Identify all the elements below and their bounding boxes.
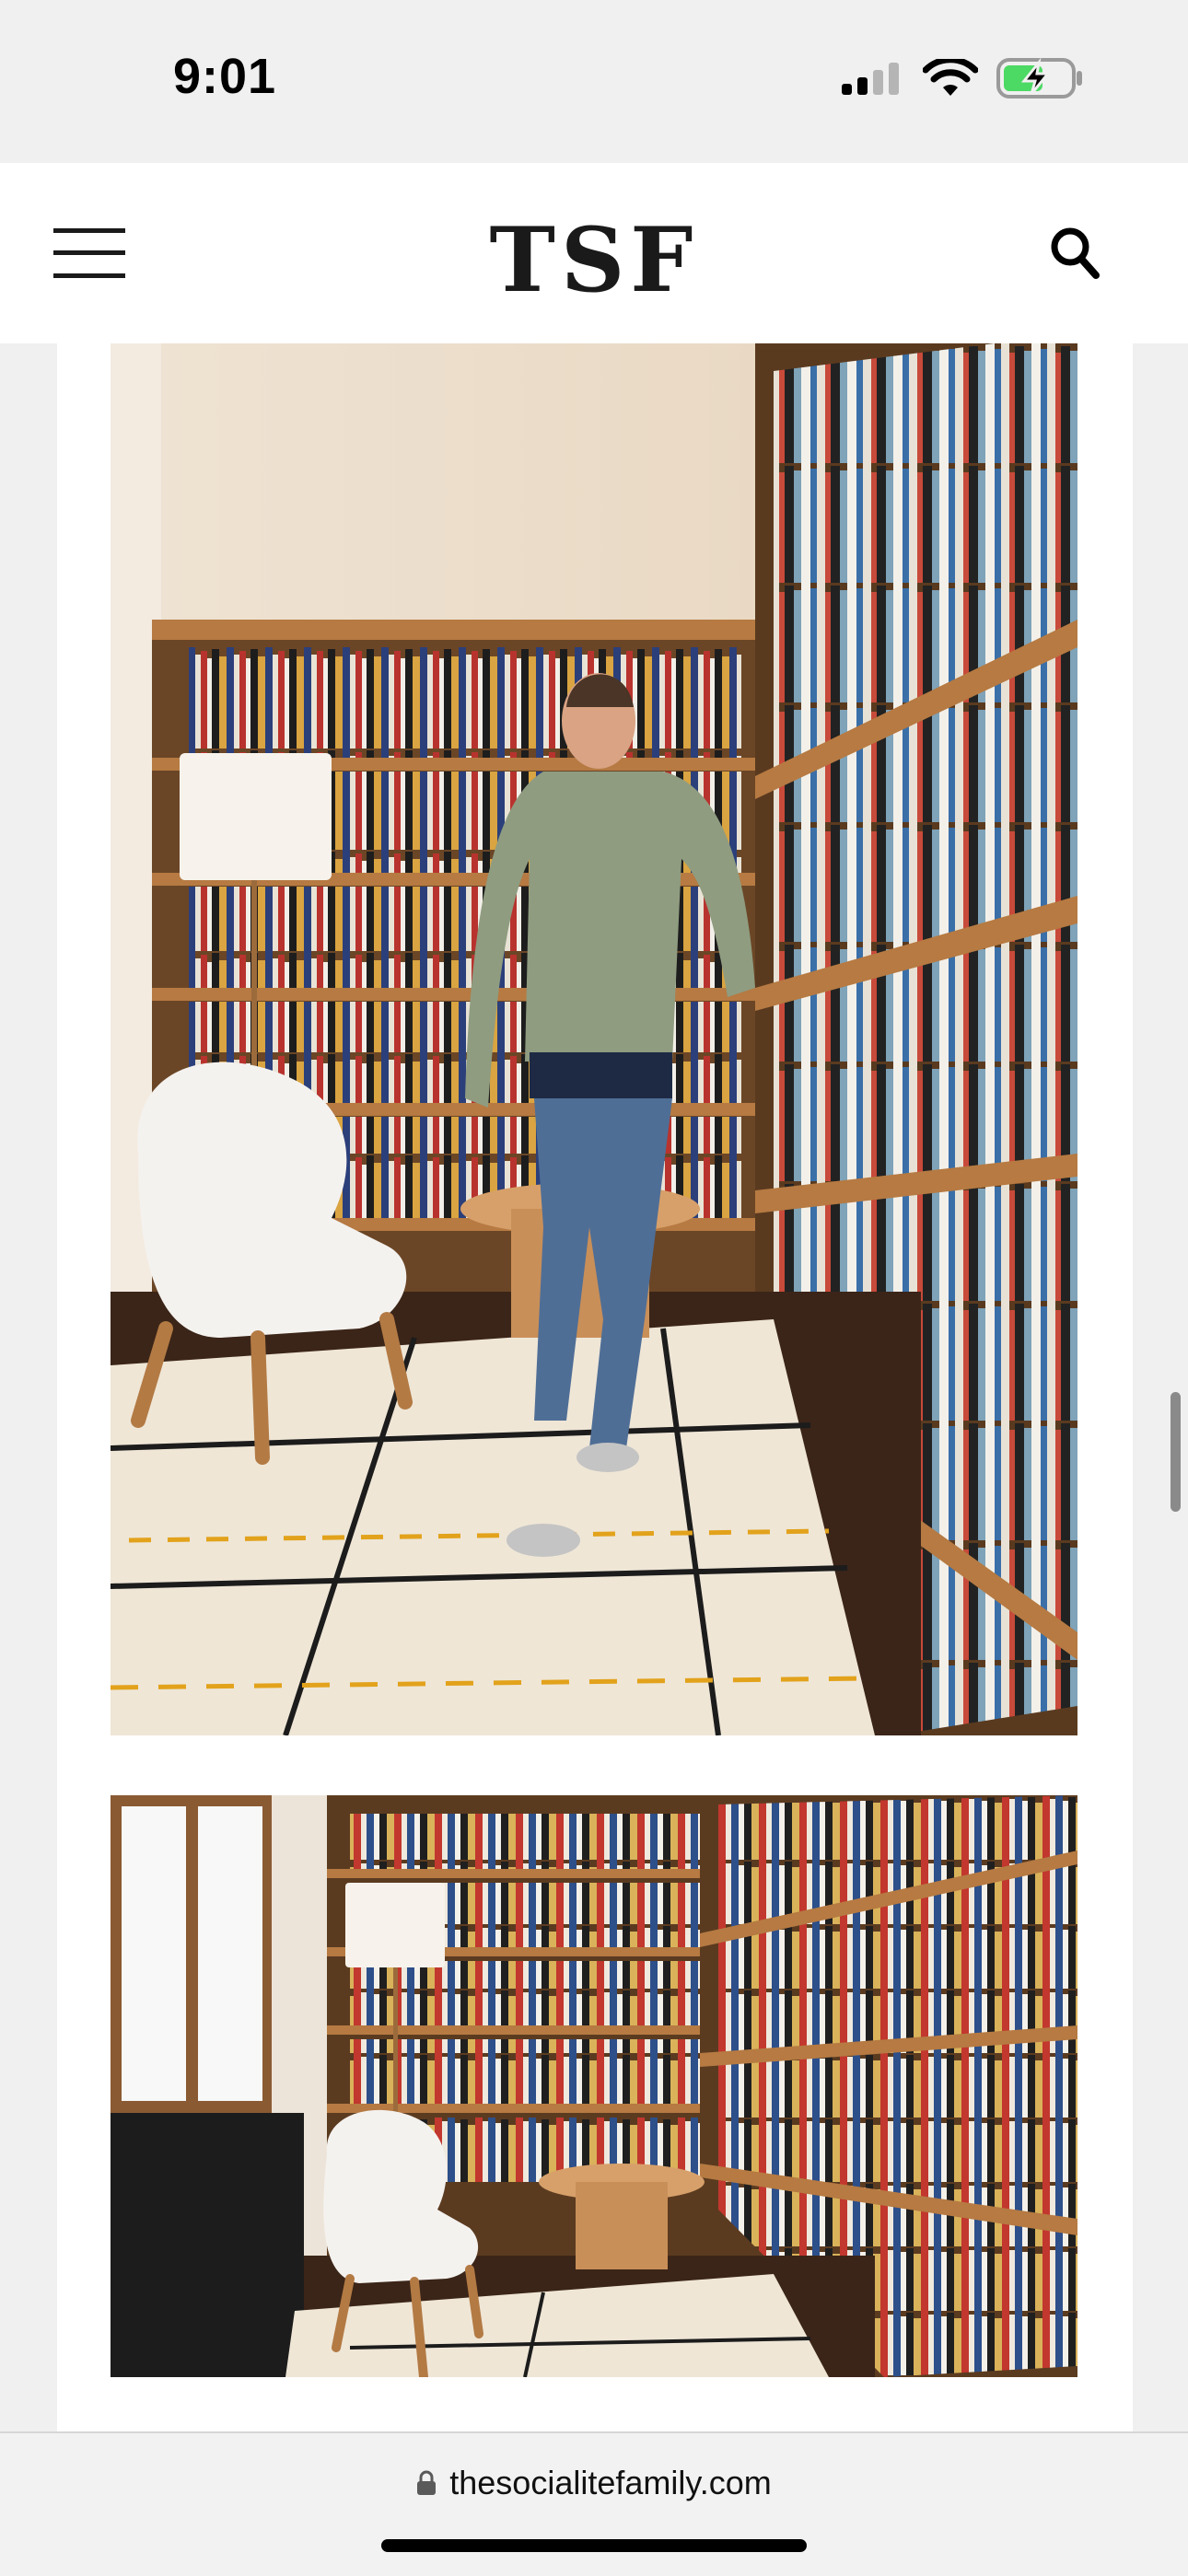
site-logo[interactable]: TSF — [0, 208, 1188, 312]
lock-icon — [417, 2470, 437, 2495]
library-portrait-photo — [111, 343, 1077, 1735]
url-row[interactable]: thesocialitefamily.com — [0, 2464, 1188, 2502]
status-bar: 9:01 — [0, 0, 1188, 163]
status-time: 9:01 — [173, 49, 277, 104]
battery-charging-icon — [996, 57, 1082, 99]
cellular-signal-icon — [842, 63, 899, 95]
status-icons — [840, 57, 1085, 99]
scroll-indicator[interactable] — [1171, 1392, 1181, 1512]
url-text[interactable]: thesocialitefamily.com — [449, 2464, 771, 2502]
wifi-icon — [923, 59, 978, 96]
search-icon[interactable] — [1048, 225, 1100, 280]
browser-address-bar[interactable] — [0, 2431, 1188, 2576]
library-room-photo — [111, 1795, 1077, 2377]
home-indicator[interactable] — [381, 2539, 807, 2552]
